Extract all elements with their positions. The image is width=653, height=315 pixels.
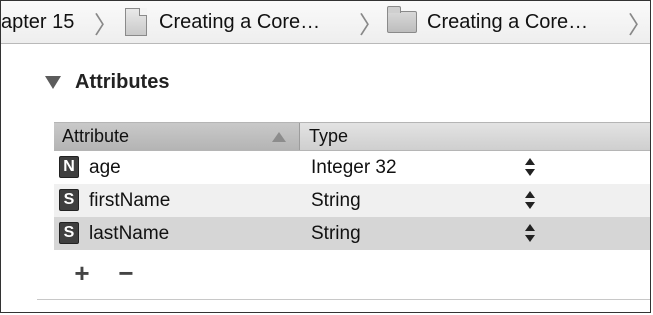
- add-attribute-button[interactable]: +: [67, 259, 97, 287]
- chevron-right-icon: 〉: [628, 11, 650, 39]
- table-row[interactable]: S firstName String: [54, 184, 650, 217]
- column-header-label: Type: [309, 126, 349, 146]
- type-badge-icon: N: [59, 156, 79, 178]
- folder-icon: [387, 6, 417, 33]
- breadcrumb-item-label: apter 15: [1, 10, 75, 33]
- attributes-table: Attribute Type N age Integer 32 S firstN…: [54, 122, 650, 250]
- type-badge-icon: S: [59, 189, 79, 211]
- type-badge-icon: S: [59, 222, 79, 244]
- table-row[interactable]: N age Integer 32: [54, 151, 650, 184]
- column-header-attribute[interactable]: Attribute: [54, 123, 300, 150]
- attribute-type[interactable]: Integer 32: [311, 151, 397, 184]
- breadcrumb-item-folder[interactable]: Creating a Core…: [387, 1, 588, 43]
- attribute-name[interactable]: age: [89, 151, 121, 184]
- table-controls: + −: [67, 259, 141, 287]
- attribute-type[interactable]: String: [311, 217, 361, 250]
- attribute-name[interactable]: firstName: [89, 184, 170, 217]
- type-popup-stepper-icon[interactable]: [524, 191, 536, 211]
- section-title: Attributes: [75, 71, 170, 93]
- chevron-right-icon: 〉: [94, 11, 118, 39]
- file-icon: [125, 8, 147, 36]
- attribute-name[interactable]: lastName: [89, 217, 169, 250]
- attribute-type[interactable]: String: [311, 184, 361, 217]
- type-popup-stepper-icon[interactable]: [524, 224, 536, 244]
- column-header-type[interactable]: Type: [301, 123, 348, 150]
- breadcrumb-item-label: Creating a Core…: [159, 10, 321, 33]
- breadcrumb-item-file[interactable]: Creating a Core…: [125, 1, 320, 43]
- breadcrumb-item-chapter[interactable]: apter 15: [1, 1, 74, 43]
- chevron-right-icon: 〉: [359, 11, 383, 39]
- sort-ascending-icon: [272, 132, 286, 142]
- attributes-editor: apter 15 〉 Creating a Core… 〉 Creating a…: [0, 0, 651, 313]
- column-header-label: Attribute: [62, 126, 130, 146]
- divider: [37, 299, 650, 300]
- breadcrumb-item-label: Creating a Core…: [427, 10, 589, 33]
- table-row-selected[interactable]: S lastName String: [54, 217, 650, 250]
- disclosure-triangle-icon[interactable]: [45, 76, 61, 89]
- breadcrumb: apter 15 〉 Creating a Core… 〉 Creating a…: [1, 1, 650, 44]
- type-popup-stepper-icon[interactable]: [524, 158, 536, 178]
- table-header: Attribute Type: [54, 122, 650, 151]
- attributes-section-header[interactable]: Attributes: [45, 71, 169, 94]
- remove-attribute-button[interactable]: −: [111, 259, 141, 287]
